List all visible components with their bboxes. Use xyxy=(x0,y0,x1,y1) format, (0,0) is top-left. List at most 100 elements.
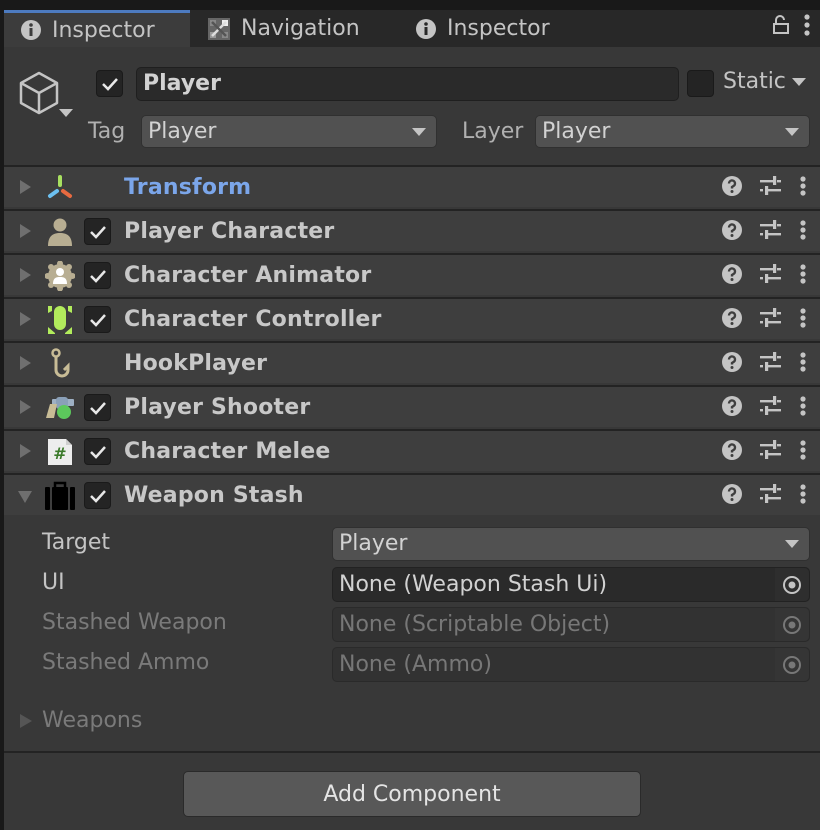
checkmark-icon xyxy=(89,489,106,503)
presets-icon[interactable] xyxy=(760,484,782,508)
component-title: Character Animator xyxy=(124,263,372,288)
info-icon xyxy=(416,18,436,39)
component-transform[interactable]: Transform xyxy=(4,165,820,207)
checkmark-icon xyxy=(101,77,118,91)
icon-dropdown-caret[interactable] xyxy=(59,109,73,117)
component-title: Character Melee xyxy=(124,439,331,464)
gameobject-cube-icon[interactable] xyxy=(18,71,60,119)
stashed-ammo-label: Stashed Ammo xyxy=(42,650,210,675)
component-weapon-stash[interactable]: Weapon Stash xyxy=(4,473,820,515)
tab-navigation[interactable]: Navigation xyxy=(190,10,406,47)
object-picker-icon xyxy=(775,608,809,641)
enabled-checkbox[interactable] xyxy=(84,218,111,245)
navigation-icon xyxy=(208,17,230,40)
divider xyxy=(4,751,820,753)
tab-label: Navigation xyxy=(241,16,360,41)
help-icon[interactable] xyxy=(722,484,742,508)
help-icon[interactable] xyxy=(722,352,742,376)
hook-icon xyxy=(44,348,76,379)
object-picker-icon xyxy=(775,648,809,681)
presets-icon[interactable] xyxy=(760,396,782,420)
foldout-arrow xyxy=(20,713,32,728)
component-player-shooter[interactable]: Player Shooter xyxy=(4,385,820,427)
tab-inspector-2[interactable]: Inspector xyxy=(412,10,550,47)
presets-icon[interactable] xyxy=(760,220,782,244)
enabled-checkbox[interactable] xyxy=(84,482,111,509)
foldout-arrow[interactable] xyxy=(20,400,31,414)
lock-icon[interactable] xyxy=(772,15,790,39)
tab-label: Inspector xyxy=(447,16,550,41)
tab-inspector[interactable]: Inspector xyxy=(4,10,190,47)
help-icon[interactable] xyxy=(722,440,742,464)
ui-object-field[interactable]: None (Weapon Stash Ui) xyxy=(332,567,810,602)
enabled-checkbox[interactable] xyxy=(84,262,111,289)
gameobject-name-field[interactable]: Player xyxy=(136,67,679,101)
checkmark-icon xyxy=(89,445,106,459)
component-title: Character Controller xyxy=(124,307,382,332)
svg-text:#: # xyxy=(53,444,66,463)
info-icon xyxy=(21,20,41,40)
foldout-arrow[interactable] xyxy=(20,268,31,282)
help-icon[interactable] xyxy=(722,264,742,288)
static-dropdown[interactable]: Static xyxy=(695,69,806,94)
stashed-ammo-field: None (Ammo) xyxy=(332,647,810,682)
foldout-arrow[interactable] xyxy=(20,224,31,238)
component-title: Player Character xyxy=(124,219,335,244)
target-value: Player xyxy=(339,531,408,556)
foldout-arrow[interactable] xyxy=(20,312,31,326)
gear-person-icon xyxy=(44,261,76,291)
stashed-weapon-label: Stashed Weapon xyxy=(42,610,227,635)
object-picker-icon[interactable] xyxy=(775,568,809,601)
script-icon: # xyxy=(44,437,76,467)
weapons-foldout[interactable]: Weapons xyxy=(20,708,142,733)
briefcase-icon xyxy=(44,481,76,511)
foldout-arrow-expanded[interactable] xyxy=(18,491,32,503)
component-player-character[interactable]: Player Character xyxy=(4,209,820,251)
presets-icon[interactable] xyxy=(760,352,782,376)
stashed-weapon-value: None (Scriptable Object) xyxy=(339,612,611,637)
tag-dropdown[interactable]: Player xyxy=(141,115,437,148)
more-vert-icon[interactable] xyxy=(800,264,806,288)
presets-icon[interactable] xyxy=(760,176,782,200)
more-vert-icon[interactable] xyxy=(800,484,806,508)
foldout-arrow[interactable] xyxy=(20,180,31,194)
enabled-checkbox[interactable] xyxy=(84,438,111,465)
more-vert-icon[interactable] xyxy=(800,308,806,332)
component-character-melee[interactable]: # Character Melee xyxy=(4,429,820,471)
more-vert-icon[interactable] xyxy=(800,220,806,244)
chevron-down-icon xyxy=(412,128,426,136)
tab-bar: Inspector Navigation Inspector xyxy=(4,10,820,47)
presets-icon[interactable] xyxy=(760,440,782,464)
more-vert-icon[interactable] xyxy=(800,440,806,464)
person-icon xyxy=(44,217,76,247)
presets-icon[interactable] xyxy=(760,264,782,288)
presets-icon[interactable] xyxy=(760,308,782,332)
layer-dropdown[interactable]: Player xyxy=(535,115,810,148)
foldout-arrow[interactable] xyxy=(20,444,31,458)
chevron-down-icon xyxy=(785,128,799,136)
target-label: Target xyxy=(42,530,111,555)
more-vert-icon[interactable] xyxy=(800,396,806,420)
inspector-panel: Player Static Tag Player Layer Player Tr… xyxy=(4,47,820,830)
component-hookplayer[interactable]: HookPlayer xyxy=(4,341,820,383)
component-title: Weapon Stash xyxy=(124,483,304,508)
capsule-icon xyxy=(44,305,76,335)
help-icon[interactable] xyxy=(722,176,742,200)
checkmark-icon xyxy=(89,269,106,283)
help-icon[interactable] xyxy=(722,396,742,420)
enabled-checkbox[interactable] xyxy=(84,394,111,421)
more-vert-icon[interactable] xyxy=(804,14,810,40)
enabled-checkbox[interactable] xyxy=(84,306,111,333)
more-vert-icon[interactable] xyxy=(800,176,806,200)
foldout-arrow[interactable] xyxy=(20,356,31,370)
more-vert-icon[interactable] xyxy=(800,352,806,376)
add-component-button[interactable]: Add Component xyxy=(183,771,641,817)
help-icon[interactable] xyxy=(722,308,742,332)
active-checkbox[interactable] xyxy=(96,70,123,97)
tag-value: Player xyxy=(148,119,217,144)
tag-label: Tag xyxy=(88,119,126,144)
target-dropdown[interactable]: Player xyxy=(332,527,810,561)
component-character-controller[interactable]: Character Controller xyxy=(4,297,820,339)
component-character-animator[interactable]: Character Animator xyxy=(4,253,820,295)
help-icon[interactable] xyxy=(722,220,742,244)
